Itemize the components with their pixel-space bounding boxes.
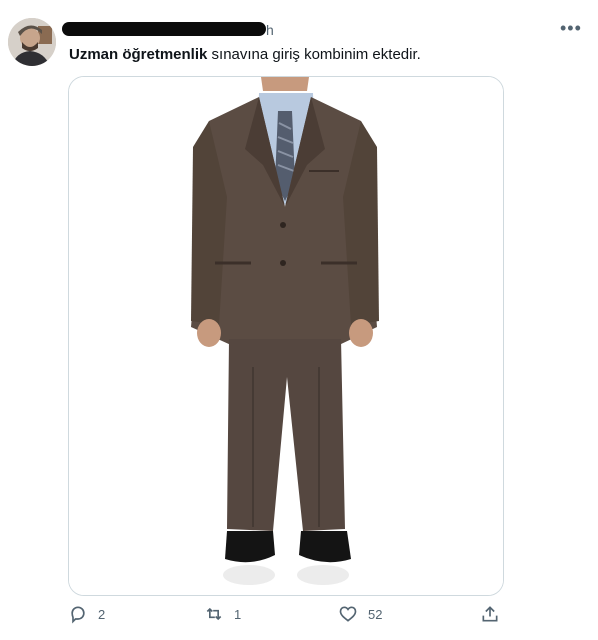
like-count: 52 [368, 606, 383, 622]
tweet-media-image[interactable] [68, 76, 504, 596]
share-button[interactable] [480, 604, 500, 629]
like-icon [339, 606, 357, 622]
like-button[interactable]: 52 [338, 604, 382, 624]
tweet-text-bold: Uzman öğretmenlik [69, 46, 208, 63]
retweet-icon [206, 607, 222, 621]
redacted-username [62, 22, 266, 36]
more-icon[interactable]: ••• [560, 18, 582, 39]
tweet-actions: 2 1 52 [0, 604, 598, 634]
suit-photo [69, 77, 503, 595]
retweet-count: 1 [234, 606, 242, 622]
tweet-text: Uzman öğretmenlik sınavına giriş kombini… [69, 45, 421, 65]
reply-button[interactable]: 2 [68, 604, 105, 624]
tweet-text-rest: sınavına giriş kombinim ektedir. [207, 46, 421, 63]
reply-count: 2 [98, 606, 106, 622]
tweet-timestamp[interactable]: h [266, 22, 274, 38]
share-icon [482, 606, 498, 622]
avatar-image [8, 18, 56, 66]
avatar[interactable] [8, 18, 56, 66]
tweet-card[interactable]: h ••• Uzman öğretmenlik sınavına giriş k… [0, 0, 598, 640]
retweet-button[interactable]: 1 [204, 604, 241, 624]
reply-icon [71, 606, 85, 624]
